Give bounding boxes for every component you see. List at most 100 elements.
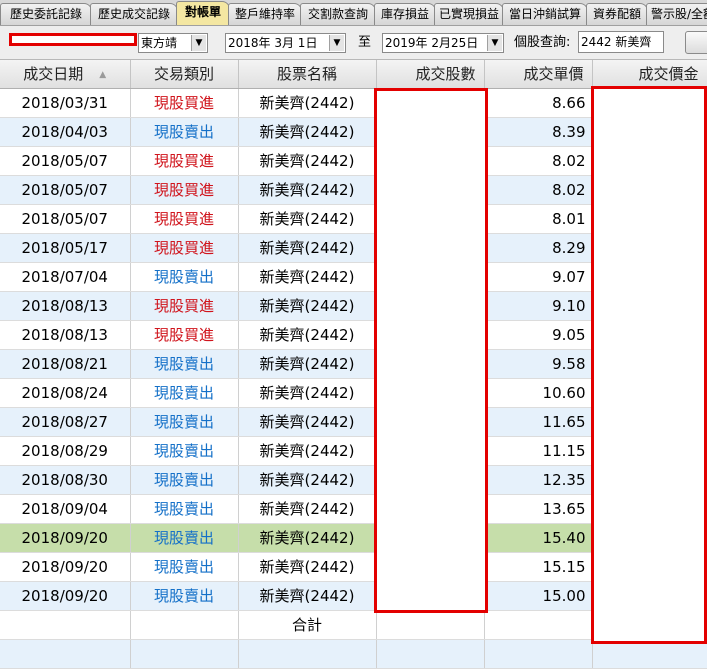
- cell-stock-name: 新美齊(2442): [238, 581, 377, 611]
- cell-stock-name: 新美齊(2442): [238, 320, 377, 350]
- cell-price: 11.15: [484, 436, 593, 466]
- redacted-amount-column: [591, 86, 707, 644]
- tab-margin-quota[interactable]: 資券配額: [586, 3, 648, 25]
- cell-stock-name: 新美齊(2442): [238, 465, 377, 495]
- cell-stock-name: 新美齊(2442): [238, 233, 377, 263]
- chevron-down-icon[interactable]: ▼: [487, 35, 502, 51]
- cell-date: 2018/05/07: [0, 204, 131, 234]
- cell-date: 2018/07/04: [0, 262, 131, 292]
- cell-stock-name: 新美齊(2442): [238, 88, 377, 118]
- cell-date: 2018/09/20: [0, 523, 131, 553]
- tab-warning-stocks[interactable]: 警示股/全額: [646, 3, 707, 25]
- empty-cell: [238, 639, 377, 669]
- column-header-shares[interactable]: 成交股數: [376, 60, 485, 89]
- total-cell: [376, 610, 485, 640]
- table-header-row: 成交日期 ▲ 交易類別 股票名稱 成交股數 成交單價 成交價金: [0, 60, 707, 89]
- filter-toolbar: 東方靖 ▼ 2018年 3月 1日 ▼ 至 2019年 2月25日 ▼ 個股查詢…: [0, 26, 707, 60]
- cell-price: 10.60: [484, 378, 593, 408]
- cell-price: 13.65: [484, 494, 593, 524]
- empty-cell: [0, 639, 131, 669]
- cell-date: 2018/08/13: [0, 291, 131, 321]
- total-cell: [0, 610, 131, 640]
- query-button[interactable]: [685, 31, 707, 54]
- cell-price: 8.66: [484, 88, 593, 118]
- cell-trade-type: 現股賣出: [130, 378, 239, 408]
- stock-query-label: 個股查詢:: [514, 35, 571, 50]
- cell-date: 2018/09/20: [0, 552, 131, 582]
- end-date-picker[interactable]: 2019年 2月25日 ▼: [382, 33, 504, 53]
- tab-inventory-pnl[interactable]: 庫存損益: [374, 3, 436, 25]
- cell-price: 15.00: [484, 581, 593, 611]
- cell-trade-type: 現股賣出: [130, 581, 239, 611]
- cell-trade-type: 現股賣出: [130, 436, 239, 466]
- chevron-down-icon[interactable]: ▼: [191, 35, 206, 51]
- tab-trade-history[interactable]: 歷史成交記錄: [90, 3, 178, 25]
- column-header-stock[interactable]: 股票名稱: [238, 60, 377, 89]
- cell-trade-type: 現股買進: [130, 320, 239, 350]
- tab-realized-pnl[interactable]: 已實現損益: [434, 3, 504, 25]
- cell-date: 2018/03/31: [0, 88, 131, 118]
- cell-price: 9.05: [484, 320, 593, 350]
- cell-stock-name: 新美齊(2442): [238, 349, 377, 379]
- cell-stock-name: 新美齊(2442): [238, 494, 377, 524]
- tab-statement[interactable]: 對帳單: [176, 1, 230, 25]
- total-cell: [130, 610, 239, 640]
- cell-trade-type: 現股買進: [130, 146, 239, 176]
- cell-date: 2018/04/03: [0, 117, 131, 147]
- account-select[interactable]: 東方靖 ▼: [138, 33, 208, 53]
- column-header-price[interactable]: 成交單價: [484, 60, 593, 89]
- cell-trade-type: 現股賣出: [130, 494, 239, 524]
- cell-date: 2018/05/17: [0, 233, 131, 263]
- cell-date: 2018/08/27: [0, 407, 131, 437]
- cell-price: 15.15: [484, 552, 593, 582]
- cell-stock-name: 新美齊(2442): [238, 407, 377, 437]
- cell-stock-name: 新美齊(2442): [238, 523, 377, 553]
- total-cell: [484, 610, 593, 640]
- column-header-date[interactable]: 成交日期 ▲: [0, 60, 131, 89]
- tab-bar: 歷史委託記錄 歷史成交記錄 對帳單 整戶維持率 交割款查詢 庫存損益 已實現損益…: [0, 0, 707, 26]
- cell-trade-type: 現股賣出: [130, 552, 239, 582]
- cell-stock-name: 新美齊(2442): [238, 117, 377, 147]
- cell-price: 8.01: [484, 204, 593, 234]
- chevron-down-icon[interactable]: ▼: [329, 35, 344, 51]
- cell-stock-name: 新美齊(2442): [238, 291, 377, 321]
- cell-trade-type: 現股買進: [130, 175, 239, 205]
- column-header-amount[interactable]: 成交價金: [592, 60, 707, 89]
- cell-trade-type: 現股買進: [130, 291, 239, 321]
- cell-trade-type: 現股買進: [130, 88, 239, 118]
- cell-price: 15.40: [484, 523, 593, 553]
- start-date-picker[interactable]: 2018年 3月 1日 ▼: [225, 33, 346, 53]
- cell-price: 8.29: [484, 233, 593, 263]
- cell-date: 2018/09/04: [0, 494, 131, 524]
- account-number-field[interactable]: [9, 33, 137, 46]
- cell-stock-name: 新美齊(2442): [238, 552, 377, 582]
- cell-trade-type: 現股賣出: [130, 117, 239, 147]
- account-name: 東方靖: [141, 36, 178, 50]
- empty-cell: [484, 639, 593, 669]
- cell-date: 2018/05/07: [0, 146, 131, 176]
- empty-cell: [376, 639, 485, 669]
- column-header-type[interactable]: 交易類別: [130, 60, 239, 89]
- tab-maintenance-ratio[interactable]: 整戶維持率: [228, 3, 302, 25]
- cell-date: 2018/05/07: [0, 175, 131, 205]
- cell-stock-name: 新美齊(2442): [238, 204, 377, 234]
- cell-price: 11.65: [484, 407, 593, 437]
- date-range-label: 至: [358, 35, 372, 50]
- cell-trade-type: 現股買進: [130, 233, 239, 263]
- cell-date: 2018/08/29: [0, 436, 131, 466]
- cell-stock-name: 新美齊(2442): [238, 146, 377, 176]
- cell-price: 8.02: [484, 175, 593, 205]
- tab-settlement-query[interactable]: 交割款查詢: [300, 3, 376, 25]
- cell-price: 8.39: [484, 117, 593, 147]
- tab-order-history[interactable]: 歷史委託記錄: [0, 3, 92, 25]
- cell-stock-name: 新美齊(2442): [238, 436, 377, 466]
- tab-day-trade-calc[interactable]: 當日沖銷試算: [502, 3, 588, 25]
- redacted-shares-column: [374, 88, 488, 613]
- cell-trade-type: 現股賣出: [130, 407, 239, 437]
- cell-trade-type: 現股賣出: [130, 523, 239, 553]
- cell-date: 2018/08/30: [0, 465, 131, 495]
- cell-stock-name: 新美齊(2442): [238, 175, 377, 205]
- cell-stock-name: 新美齊(2442): [238, 262, 377, 292]
- stock-query-input[interactable]: 2442 新美齊: [578, 31, 664, 53]
- end-date-value: 2019年 2月25日: [385, 36, 479, 50]
